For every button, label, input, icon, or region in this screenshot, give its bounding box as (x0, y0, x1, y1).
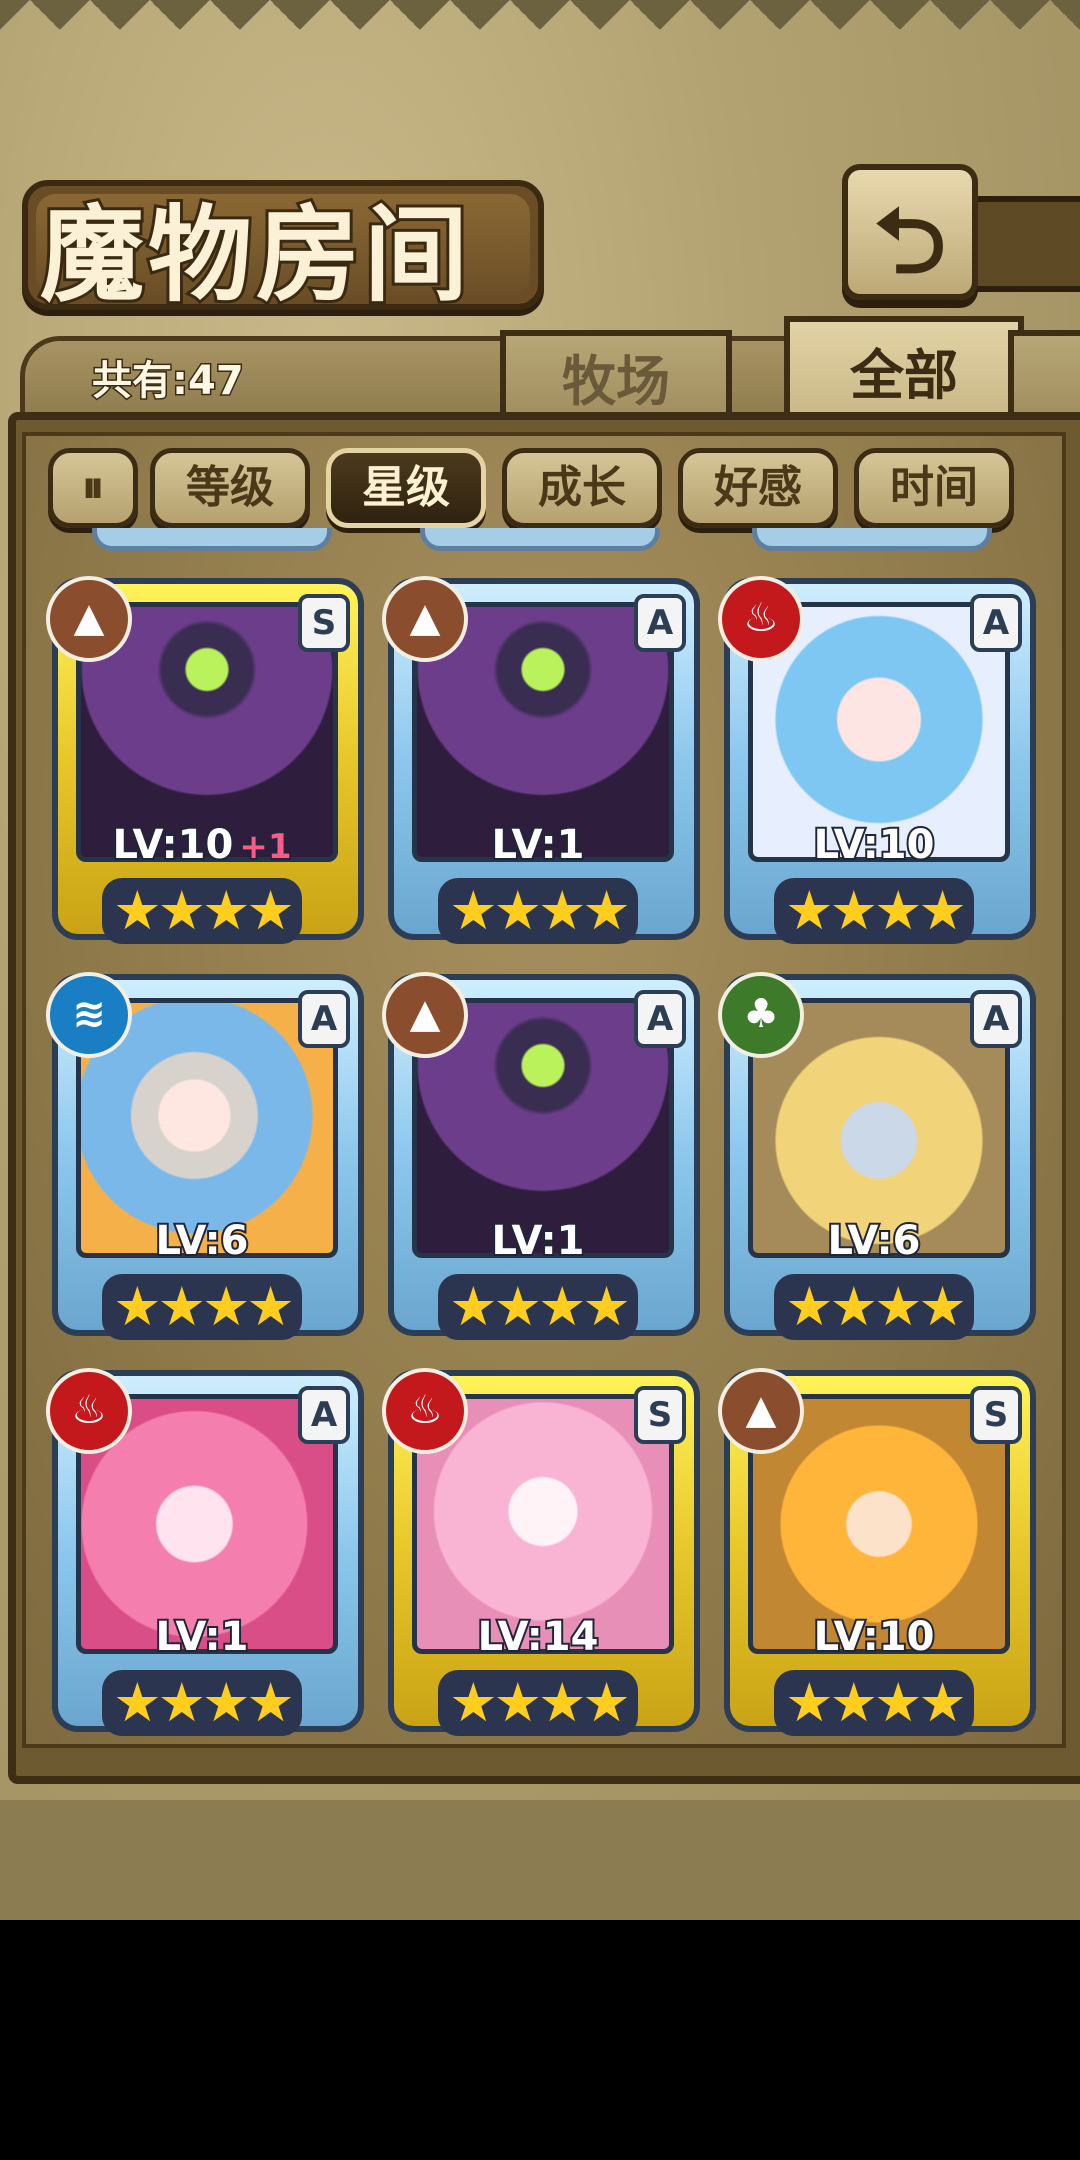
monster-level: LV:6 (154, 1216, 251, 1266)
earth-element-icon: ▲ (46, 576, 132, 662)
monster-level: LV:10 +1 (111, 820, 294, 870)
monster-card[interactable]: LV:10 ★★★★ ♨ A (718, 576, 1036, 950)
star-rating: ★★★★ (102, 1274, 302, 1340)
return-arrow-icon: ⮌ (873, 189, 947, 294)
star-rating: ★★★★ (102, 1670, 302, 1736)
monster-level: LV:6 (826, 1216, 923, 1266)
pause-toggle-icon: ⏸ (82, 462, 104, 513)
sort-level-button[interactable]: 等级 (150, 448, 310, 528)
star-rating: ★★★★ (438, 878, 638, 944)
rank-badge: A (298, 1386, 350, 1444)
monster-card[interactable]: LV:1 ★★★★ ▲ A (382, 576, 700, 950)
wood-element-icon: ♣ (718, 972, 804, 1058)
level-bonus: +1 (237, 825, 293, 869)
sort-time-button[interactable]: 时间 (854, 448, 1014, 528)
rank-badge: S (970, 1386, 1022, 1444)
sort-growth-button[interactable]: 成长 (502, 448, 662, 528)
card-row-stub (752, 528, 992, 551)
card-row-stub (420, 528, 660, 551)
page-title: 魔物房间 (37, 190, 473, 319)
star-rating: ★★★★ (774, 1670, 974, 1736)
game-screen: 魔物房间 ⮌ 共有:47 牧场 全部 ⏸ 等级 星级 成长 好感 时间 LV:1… (0, 0, 1080, 1920)
monster-level: LV:10 (812, 820, 937, 870)
fire-element-icon: ♨ (46, 1368, 132, 1454)
monster-card[interactable]: LV:10 +1 ★★★★ ▲ S (46, 576, 364, 950)
monster-level: LV:1 (490, 1216, 587, 1266)
monster-card[interactable]: LV:1 ★★★★ ▲ A (382, 972, 700, 1346)
monster-card[interactable]: LV:10 ★★★★ ▲ S (718, 1368, 1036, 1742)
top-border-decoration (0, 0, 1080, 60)
monster-card[interactable]: LV:14 ★★★★ ♨ S (382, 1368, 700, 1742)
star-rating: ★★★★ (438, 1274, 638, 1340)
monster-level: LV:14 (476, 1612, 601, 1662)
monster-card[interactable]: LV:1 ★★★★ ♨ A (46, 1368, 364, 1742)
star-rating: ★★★★ (438, 1670, 638, 1736)
monster-count: 共有:47 (91, 357, 246, 406)
water-element-icon: ≋ (46, 972, 132, 1058)
rank-badge: A (634, 594, 686, 652)
rank-badge: A (298, 990, 350, 1048)
fire-element-icon: ♨ (382, 1368, 468, 1454)
monster-level: LV:1 (490, 820, 587, 870)
monster-level: LV:10 (812, 1612, 937, 1662)
earth-element-icon: ▲ (382, 972, 468, 1058)
star-rating: ★★★★ (102, 878, 302, 944)
fire-element-icon: ♨ (718, 576, 804, 662)
back-rail-decoration (966, 196, 1080, 292)
sort-affection-button[interactable]: 好感 (678, 448, 838, 528)
rank-badge: S (298, 594, 350, 652)
monster-level: LV:1 (154, 1612, 251, 1662)
sort-order-toggle[interactable]: ⏸ (48, 448, 138, 528)
card-row-stub (92, 528, 332, 551)
rank-badge: A (634, 990, 686, 1048)
earth-element-icon: ▲ (718, 1368, 804, 1454)
star-rating: ★★★★ (774, 1274, 974, 1340)
rank-badge: A (970, 990, 1022, 1048)
monster-card[interactable]: LV:6 ★★★★ ≋ A (46, 972, 364, 1346)
earth-element-icon: ▲ (382, 576, 468, 662)
bottom-border-decoration (0, 1770, 1080, 1920)
rank-badge: S (634, 1386, 686, 1444)
rank-badge: A (970, 594, 1022, 652)
star-rating: ★★★★ (774, 878, 974, 944)
back-button[interactable]: ⮌ (842, 164, 978, 300)
monster-card[interactable]: LV:6 ★★★★ ♣ A (718, 972, 1036, 1346)
sort-stars-button[interactable]: 星级 (326, 448, 486, 528)
